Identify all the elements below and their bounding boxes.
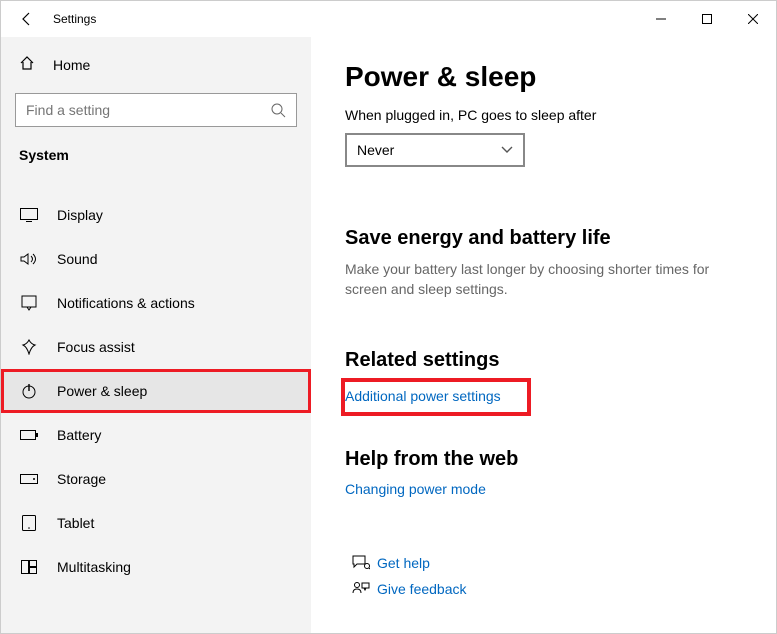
energy-heading: Save energy and battery life: [345, 227, 742, 250]
sidebar-item-power-sleep[interactable]: Power & sleep: [1, 369, 311, 413]
chevron-down-icon: [501, 146, 513, 154]
home-button[interactable]: Home: [1, 45, 311, 85]
sound-icon: [19, 252, 39, 266]
power-icon: [19, 383, 39, 399]
close-icon: [748, 14, 758, 24]
focus-assist-icon: [19, 339, 39, 355]
sidebar-item-label: Sound: [57, 251, 97, 267]
sidebar-item-storage[interactable]: Storage: [1, 457, 311, 501]
sidebar-item-label: Notifications & actions: [57, 295, 195, 311]
sidebar: Home System Display Sound Notifications …: [1, 37, 311, 633]
sidebar-item-label: Tablet: [57, 515, 94, 531]
sidebar-item-tablet[interactable]: Tablet: [1, 501, 311, 545]
section-heading: System: [1, 135, 311, 169]
storage-icon: [19, 474, 39, 484]
minimize-icon: [656, 14, 666, 24]
changing-power-mode-link[interactable]: Changing power mode: [345, 481, 486, 497]
notifications-icon: [19, 295, 39, 311]
sidebar-item-focus-assist[interactable]: Focus assist: [1, 325, 311, 369]
help-heading: Help from the web: [345, 448, 742, 471]
close-button[interactable]: [730, 1, 776, 37]
back-button[interactable]: [13, 5, 41, 33]
sidebar-item-label: Multitasking: [57, 559, 131, 575]
feedback-icon: [345, 581, 377, 597]
window-title: Settings: [53, 12, 96, 26]
home-label: Home: [53, 57, 90, 73]
additional-power-highlight: Additional power settings: [345, 382, 527, 412]
arrow-left-icon: [19, 11, 35, 27]
sidebar-item-label: Storage: [57, 471, 106, 487]
sidebar-item-label: Display: [57, 207, 103, 223]
dropdown-value: Never: [357, 142, 394, 158]
sidebar-item-multitasking[interactable]: Multitasking: [1, 545, 311, 589]
display-icon: [19, 208, 39, 222]
sleep-dropdown[interactable]: Never: [345, 133, 525, 167]
search-input[interactable]: [26, 102, 270, 118]
sidebar-item-label: Battery: [57, 427, 101, 443]
sidebar-item-display[interactable]: Display: [1, 193, 311, 237]
sleep-label: When plugged in, PC goes to sleep after: [345, 107, 742, 123]
maximize-button[interactable]: [684, 1, 730, 37]
related-heading: Related settings: [345, 349, 742, 372]
home-icon: [19, 55, 35, 76]
sidebar-item-battery[interactable]: Battery: [1, 413, 311, 457]
energy-description: Make your battery last longer by choosin…: [345, 260, 725, 299]
get-help-link[interactable]: Get help: [377, 555, 430, 571]
sidebar-item-label: Focus assist: [57, 339, 135, 355]
page-title: Power & sleep: [345, 61, 742, 93]
sidebar-item-label: Power & sleep: [57, 383, 147, 399]
give-feedback-link[interactable]: Give feedback: [377, 581, 467, 597]
sidebar-item-sound[interactable]: Sound: [1, 237, 311, 281]
sidebar-item-notifications[interactable]: Notifications & actions: [1, 281, 311, 325]
multitasking-icon: [19, 560, 39, 574]
battery-icon: [19, 429, 39, 441]
tablet-icon: [19, 515, 39, 531]
additional-power-link[interactable]: Additional power settings: [345, 388, 501, 404]
get-help-icon: [345, 555, 377, 571]
content-pane: Power & sleep When plugged in, PC goes t…: [311, 37, 776, 633]
maximize-icon: [702, 14, 712, 24]
search-box[interactable]: [15, 93, 297, 127]
minimize-button[interactable]: [638, 1, 684, 37]
search-icon: [270, 102, 286, 118]
